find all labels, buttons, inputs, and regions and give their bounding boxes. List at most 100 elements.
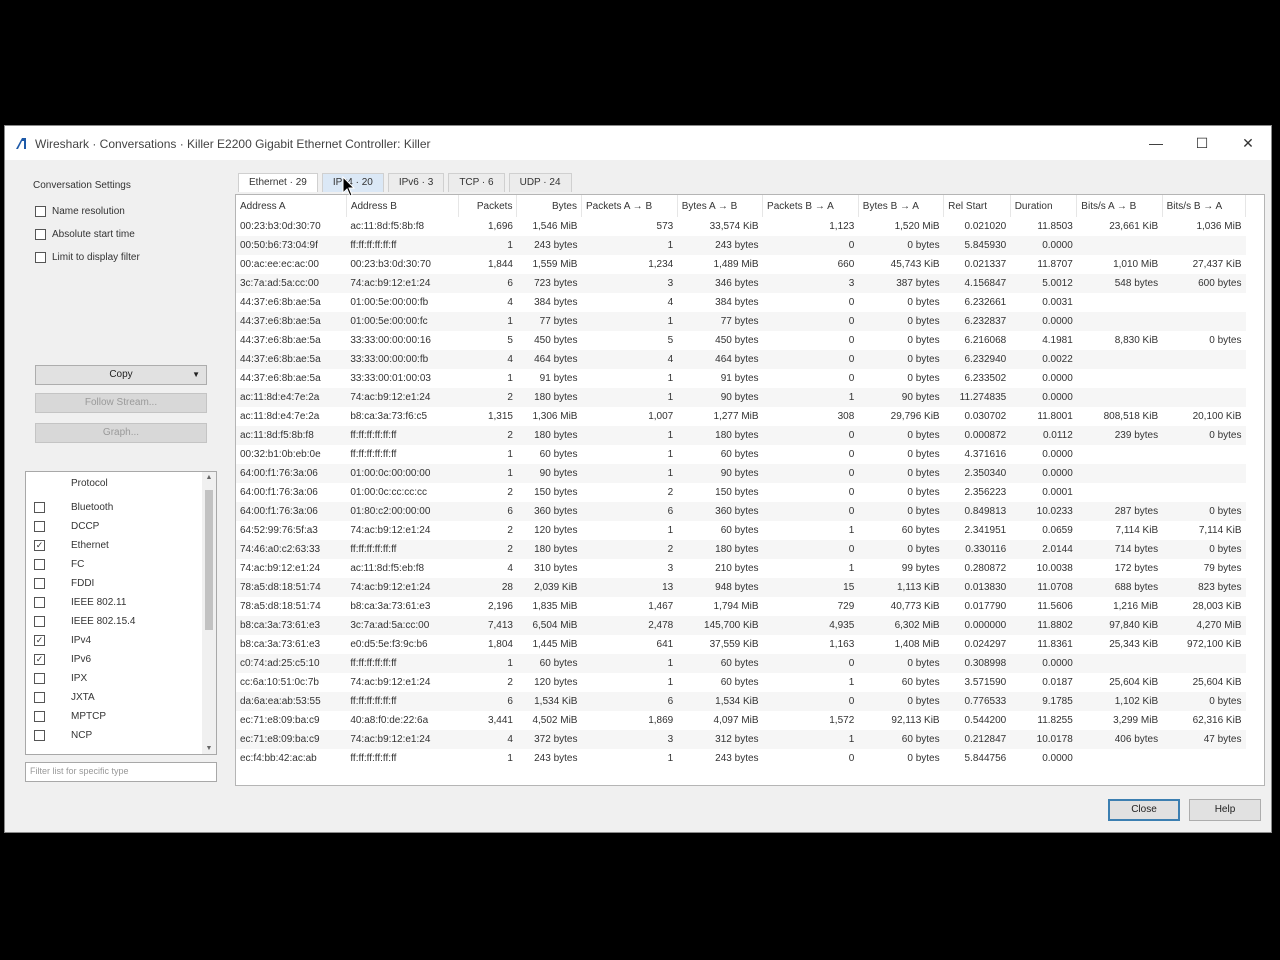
column-header[interactable]: Duration	[1010, 195, 1078, 217]
protocol-item[interactable]: ✓ IPv6	[26, 650, 201, 669]
close-window-button[interactable]: ✕	[1225, 130, 1271, 156]
table-row[interactable]: 64:00:f1:76:3a:06 01:00:0c:cc:cc:cc 2 150 b…	[236, 483, 1246, 502]
title-bar[interactable]: Wireshark · Conversations · Killer E2200…	[5, 126, 1271, 160]
protocol-checkbox[interactable]	[34, 673, 45, 684]
table-row[interactable]: 78:a5:d8:18:51:74 b8:ca:3a:73:61:e3 2,196 1…	[236, 597, 1246, 616]
protocol-filter-input[interactable]: Filter list for specific type	[25, 762, 217, 782]
column-header[interactable]: Packets B → A	[762, 195, 859, 217]
protocol-checkbox[interactable]	[34, 578, 45, 589]
copy-button[interactable]: Copy ▼	[35, 365, 207, 385]
table-row[interactable]: 74:46:a0:c2:63:33 ff:ff:ff:ff:ff:ff 2 180 b…	[236, 540, 1246, 559]
name-resolution-checkbox[interactable]	[35, 205, 46, 217]
protocol-item[interactable]: Bluetooth	[26, 498, 201, 517]
table-row[interactable]: 78:a5:d8:18:51:74 74:ac:b9:12:e1:24 28 2,03…	[236, 578, 1246, 597]
conversation-table[interactable]: Address A Address B Packets Bytes Packets A …	[235, 194, 1265, 786]
tab-ipv6[interactable]: IPv6 · 3	[387, 173, 445, 192]
absolute-start-time-checkbox[interactable]	[35, 228, 46, 240]
table-row[interactable]: b8:ca:3a:73:61:e3 3c:7a:ad:5a:cc:00 7,413 6…	[236, 616, 1246, 635]
protocol-item[interactable]: MPTCP	[26, 707, 201, 726]
table-row[interactable]: 64:52:99:76:5f:a3 74:ac:b9:12:e1:24 2 120 b…	[236, 521, 1246, 540]
column-header[interactable]: Bytes A → B	[677, 195, 764, 217]
close-button[interactable]: Close	[1108, 799, 1180, 821]
table-row[interactable]: cc:6a:10:51:0c:7b 74:ac:b9:12:e1:24 2 120 b…	[236, 673, 1246, 692]
table-row[interactable]: ec:71:e8:09:ba:c9 40:a8:f0:de:22:6a 3,441 4…	[236, 711, 1246, 730]
table-row[interactable]: c0:74:ad:25:c5:10 ff:ff:ff:ff:ff:ff 1 60 by…	[236, 654, 1246, 673]
scroll-thumb[interactable]	[205, 490, 213, 630]
protocol-item[interactable]: ✓ IPv4	[26, 631, 201, 650]
graph-button[interactable]: Graph...	[35, 423, 207, 443]
column-header[interactable]: Bits/s A → B	[1076, 195, 1163, 217]
table-row[interactable]: b8:ca:3a:73:61:e3 e0:d5:5e:f3:9c:b6 1,804 1…	[236, 635, 1246, 654]
table-row[interactable]: 64:00:f1:76:3a:06 01:00:0c:00:00:00 1 90 by…	[236, 464, 1246, 483]
protocol-item[interactable]: NCP	[26, 726, 201, 745]
follow-stream-button[interactable]: Follow Stream...	[35, 393, 207, 413]
protocol-item[interactable]: IEEE 802.11	[26, 593, 201, 612]
protocol-checkbox[interactable]	[34, 730, 45, 741]
column-header[interactable]: Address A	[236, 195, 347, 217]
column-header[interactable]: Bytes	[516, 195, 582, 217]
table-row[interactable]: da:6a:ea:ab:53:55 ff:ff:ff:ff:ff:ff 6 1,534…	[236, 692, 1246, 711]
protocol-item[interactable]: IEEE 802.15.4	[26, 612, 201, 631]
absolute-start-time-option[interactable]: Absolute start time	[35, 226, 135, 242]
table-row[interactable]: 3c:7a:ad:5a:cc:00 74:ac:b9:12:e1:24 6 723 b…	[236, 274, 1246, 293]
table-cell: 4,097 MiB	[713, 715, 759, 726]
limit-display-filter-option[interactable]: Limit to display filter	[35, 249, 140, 265]
protocol-checkbox[interactable]: ✓	[34, 654, 45, 665]
column-header[interactable]: Rel Start	[943, 195, 1011, 217]
protocol-item[interactable]: JXTA	[26, 688, 201, 707]
table-row[interactable]: ac:11:8d:e4:7e:2a 74:ac:b9:12:e1:24 2 180 b…	[236, 388, 1246, 407]
protocol-list[interactable]: Protocol Bluetooth DCCP ✓ Ethernet FC FDDI IEE…	[25, 471, 217, 755]
limit-display-filter-checkbox[interactable]	[35, 251, 46, 263]
column-header[interactable]: Address B	[346, 195, 460, 217]
table-row[interactable]: 44:37:e6:8b:ae:5a 33:33:00:00:00:fb 4 464 b…	[236, 350, 1246, 369]
tab-ethernet[interactable]: Ethernet · 29	[238, 173, 318, 192]
table-cell: 5.0012	[1010, 274, 1077, 293]
table-row[interactable]: 44:37:e6:8b:ae:5a 01:00:5e:00:00:fc 1 77 by…	[236, 312, 1246, 331]
protocol-item[interactable]: ✓ Ethernet	[26, 536, 201, 555]
protocol-checkbox[interactable]: ✓	[34, 635, 45, 646]
table-cell: 0.021020	[964, 221, 1007, 232]
table-cell: b8:ca:3a:73:61:e3	[350, 601, 431, 612]
table-row[interactable]: 74:ac:b9:12:e1:24 ac:11:8d:f5:eb:f8 4 310 b…	[236, 559, 1246, 578]
table-cell: 4	[458, 730, 517, 749]
table-row[interactable]: 00:32:b1:0b:eb:0e ff:ff:ff:ff:ff:ff 1 60 by…	[236, 445, 1246, 464]
protocol-checkbox[interactable]	[34, 521, 45, 532]
column-header[interactable]: Bytes B → A	[858, 195, 945, 217]
column-header[interactable]: Packets	[458, 195, 518, 217]
name-resolution-option[interactable]: Name resolution	[35, 203, 125, 219]
protocol-checkbox[interactable]	[34, 597, 45, 608]
protocol-checkbox[interactable]	[34, 502, 45, 513]
table-row[interactable]: 44:37:e6:8b:ae:5a 01:00:5e:00:00:fb 4 384 b…	[236, 293, 1246, 312]
table-cell	[1162, 293, 1245, 312]
protocol-checkbox[interactable]	[34, 559, 45, 570]
protocol-list-scrollbar[interactable]: ▲ ▼	[202, 472, 216, 754]
tab-tcp[interactable]: TCP · 6	[448, 173, 505, 192]
table-row[interactable]: 44:37:e6:8b:ae:5a 33:33:00:00:00:16 5 450 b…	[236, 331, 1246, 350]
table-row[interactable]: ec:71:e8:09:ba:c9 74:ac:b9:12:e1:24 4 372 b…	[236, 730, 1246, 749]
tab-udp[interactable]: UDP · 24	[508, 173, 572, 192]
table-row[interactable]: 00:ac:ee:ec:ac:00 00:23:b3:0d:30:70 1,844 1…	[236, 255, 1246, 274]
protocol-item[interactable]: DCCP	[26, 517, 201, 536]
protocol-item[interactable]: FDDI	[26, 574, 201, 593]
protocol-item[interactable]: IPX	[26, 669, 201, 688]
protocol-checkbox[interactable]	[34, 616, 45, 627]
column-header[interactable]: Packets A → B	[581, 195, 678, 217]
protocol-checkbox[interactable]	[34, 711, 45, 722]
minimize-button[interactable]: —	[1133, 130, 1179, 156]
table-row[interactable]: 00:50:b6:73:04:9f ff:ff:ff:ff:ff:ff 1 243 b…	[236, 236, 1246, 255]
table-row[interactable]: ac:11:8d:f5:8b:f8 ff:ff:ff:ff:ff:ff 2 180 b…	[236, 426, 1246, 445]
column-header[interactable]: Bits/s B → A	[1162, 195, 1247, 217]
table-cell: 0.0000	[1010, 464, 1077, 483]
table-row[interactable]: ac:11:8d:e4:7e:2a b8:ca:3a:73:f6:c5 1,315 1…	[236, 407, 1246, 426]
table-row[interactable]: ec:f4:bb:42:ac:ab ff:ff:ff:ff:ff:ff 1 243 b…	[236, 749, 1246, 768]
maximize-button[interactable]: ☐	[1179, 130, 1225, 156]
table-row[interactable]: 44:37:e6:8b:ae:5a 33:33:00:01:00:03 1 91 by…	[236, 369, 1246, 388]
table-row[interactable]: 00:23:b3:0d:30:70 ac:11:8d:f5:8b:f8 1,696 1…	[236, 217, 1246, 236]
protocol-item[interactable]: FC	[26, 555, 201, 574]
protocol-checkbox[interactable]: ✓	[34, 540, 45, 551]
scroll-down-arrow-icon[interactable]: ▼	[202, 745, 216, 752]
help-button[interactable]: Help	[1189, 799, 1261, 821]
scroll-up-arrow-icon[interactable]: ▲	[202, 474, 216, 481]
table-row[interactable]: 64:00:f1:76:3a:06 01:80:c2:00:00:00 6 360 b…	[236, 502, 1246, 521]
protocol-checkbox[interactable]	[34, 692, 45, 703]
